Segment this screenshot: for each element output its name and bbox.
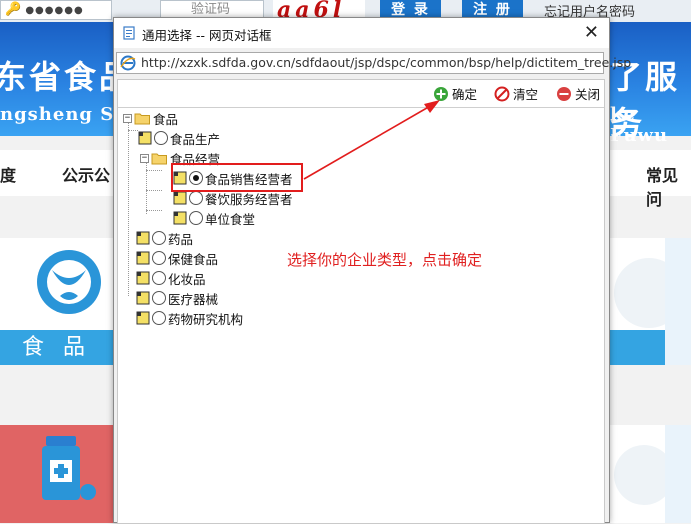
confirm-label: 确定 xyxy=(452,87,478,102)
tree-node-medical-devices[interactable]: 医疗器械 xyxy=(136,288,218,308)
tree-label-food: 食品 xyxy=(153,111,179,127)
radio-food-production[interactable] xyxy=(154,131,168,145)
tree-line-root xyxy=(128,120,129,296)
nav-item-3[interactable]: 常见问 xyxy=(646,162,691,210)
tree-hline-4 xyxy=(146,210,162,211)
side-card-lower-edge xyxy=(665,425,691,523)
password-input[interactable]: 🔑 ●●●●●● xyxy=(0,0,112,20)
captcha-placeholder: 验证码 xyxy=(191,2,231,17)
annotation-arrow xyxy=(303,100,440,180)
tree-label-medical-devices: 医疗器械 xyxy=(168,291,219,307)
document-icon xyxy=(123,26,135,40)
tree-label-canteen: 单位食堂 xyxy=(205,211,256,227)
radio-catering[interactable] xyxy=(189,191,203,205)
dialog-title: 通用选择 -- 网页对话框 xyxy=(142,28,272,43)
tree-label-health-food: 保健食品 xyxy=(168,251,219,267)
side-card-edge xyxy=(665,238,691,365)
radio-medical-devices[interactable] xyxy=(152,291,166,305)
clear-button[interactable]: 清空 xyxy=(494,84,538,103)
selection-highlight-box xyxy=(171,163,303,192)
tree-label-food-production: 食品生产 xyxy=(170,131,221,147)
tree-node-canteen[interactable]: 单位食堂 xyxy=(173,208,255,228)
radio-cosmetics[interactable] xyxy=(152,271,166,285)
leaf-doc-icon xyxy=(173,211,187,225)
minus-circle-icon xyxy=(557,86,571,101)
tree-label-drug-research: 药物研究机构 xyxy=(168,311,244,327)
radio-drug-research[interactable] xyxy=(152,311,166,325)
nav-item-2[interactable]: 公示公 xyxy=(62,162,110,186)
dialog-close-button[interactable]: ✕ xyxy=(584,22,599,43)
folder-open-icon xyxy=(134,113,150,124)
leaf-doc-icon xyxy=(138,131,152,145)
no-entry-icon xyxy=(494,86,510,101)
banner-subtitle-right: ke Fuwu xyxy=(610,104,669,146)
close-label: 关闭 xyxy=(575,87,601,102)
tree-node-drug-research[interactable]: 药物研究机构 xyxy=(136,308,243,328)
address-url: http://xzxk.sdfda.gov.cn/sdfdaout/jsp/ds… xyxy=(141,55,632,70)
radio-drugs[interactable] xyxy=(152,231,166,245)
tree-label-cosmetics: 化妆品 xyxy=(168,271,206,287)
tree-node-drugs[interactable]: 药品 xyxy=(136,228,193,248)
tree-node-cosmetics[interactable]: 化妆品 xyxy=(136,268,206,288)
banner-subtitle-left: ngsheng Sh xyxy=(0,104,129,125)
tree-label-drugs: 药品 xyxy=(168,231,194,247)
tree-hline-2 xyxy=(146,170,162,171)
dialog-titlebar[interactable]: 通用选择 -- 网页对话框 ✕ xyxy=(114,18,609,48)
key-icon: 🔑 xyxy=(5,2,22,17)
select-dialog: 通用选择 -- 网页对话框 ✕ http://xzxk.sdfda.gov.cn… xyxy=(113,17,631,524)
leaf-doc-icon xyxy=(136,271,150,285)
password-mask: ●●●●●● xyxy=(25,5,84,16)
tree-node-food-production[interactable]: 食品生产 xyxy=(138,128,220,148)
radio-canteen[interactable] xyxy=(189,211,203,225)
leaf-doc-icon xyxy=(136,311,150,325)
tree-node-health-food[interactable]: 保健食品 xyxy=(136,248,218,268)
leaf-doc-icon xyxy=(173,191,187,205)
radio-health-food[interactable] xyxy=(152,251,166,265)
address-bar[interactable]: http://xzxk.sdfda.gov.cn/sdfdaout/jsp/ds… xyxy=(116,52,631,74)
food-logo-icon xyxy=(37,250,101,314)
folder-open-icon xyxy=(151,153,167,164)
annotation-instruction: 选择你的企业类型，点击确定 xyxy=(287,251,483,269)
leaf-doc-icon xyxy=(136,251,150,265)
food-card-label: 食 品 xyxy=(0,330,113,365)
close-button[interactable]: 关闭 xyxy=(556,84,600,103)
tree-hline-3 xyxy=(146,190,162,191)
collapse-toggle[interactable]: − xyxy=(140,153,149,163)
tree-hline-1 xyxy=(128,130,138,131)
ie-page-icon xyxy=(120,55,136,71)
leaf-doc-icon xyxy=(136,231,150,245)
nav-item-1[interactable]: 度 xyxy=(0,162,16,186)
leaf-doc-icon xyxy=(136,291,150,305)
clear-label: 清空 xyxy=(513,87,539,102)
tree-node-food[interactable]: − 食品 xyxy=(123,108,178,128)
collapse-toggle[interactable]: − xyxy=(123,113,132,123)
pill-bottle-icon xyxy=(42,436,96,500)
